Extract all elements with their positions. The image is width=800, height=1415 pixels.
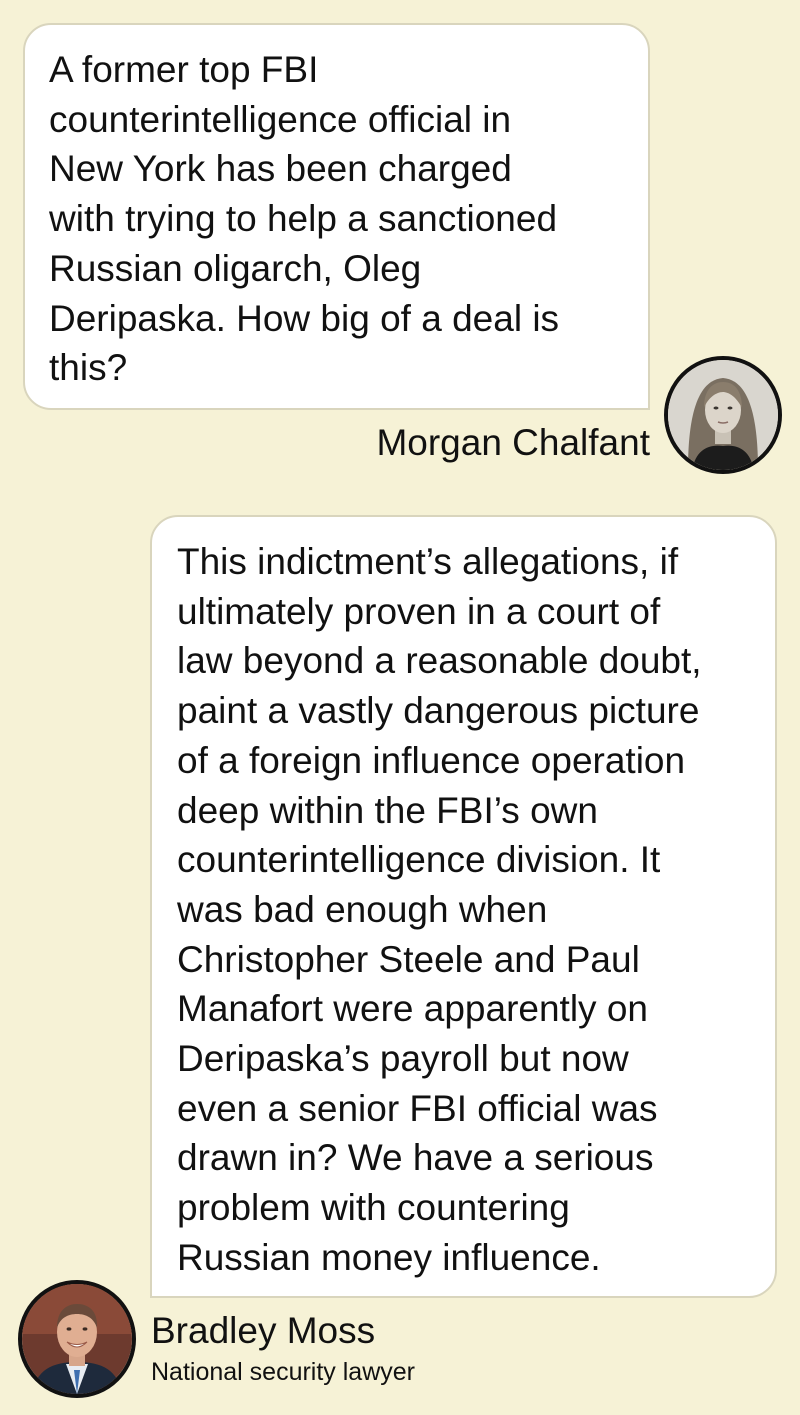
bradley-moss-name: Bradley Moss [151,1310,376,1351]
answer-bubble: This indictment’s allegations, if ultima… [150,515,777,1298]
portrait-man-icon [22,1284,132,1394]
portrait-woman-icon [668,360,778,470]
bradley-moss-avatar [18,1280,136,1398]
question-bubble: A former top FBI counterintelligence off… [23,23,650,410]
morgan-chalfant-avatar [664,356,782,474]
bradley-moss-title: National security lawyer [151,1358,415,1386]
morgan-chalfant-name: Morgan Chalfant [376,422,650,463]
